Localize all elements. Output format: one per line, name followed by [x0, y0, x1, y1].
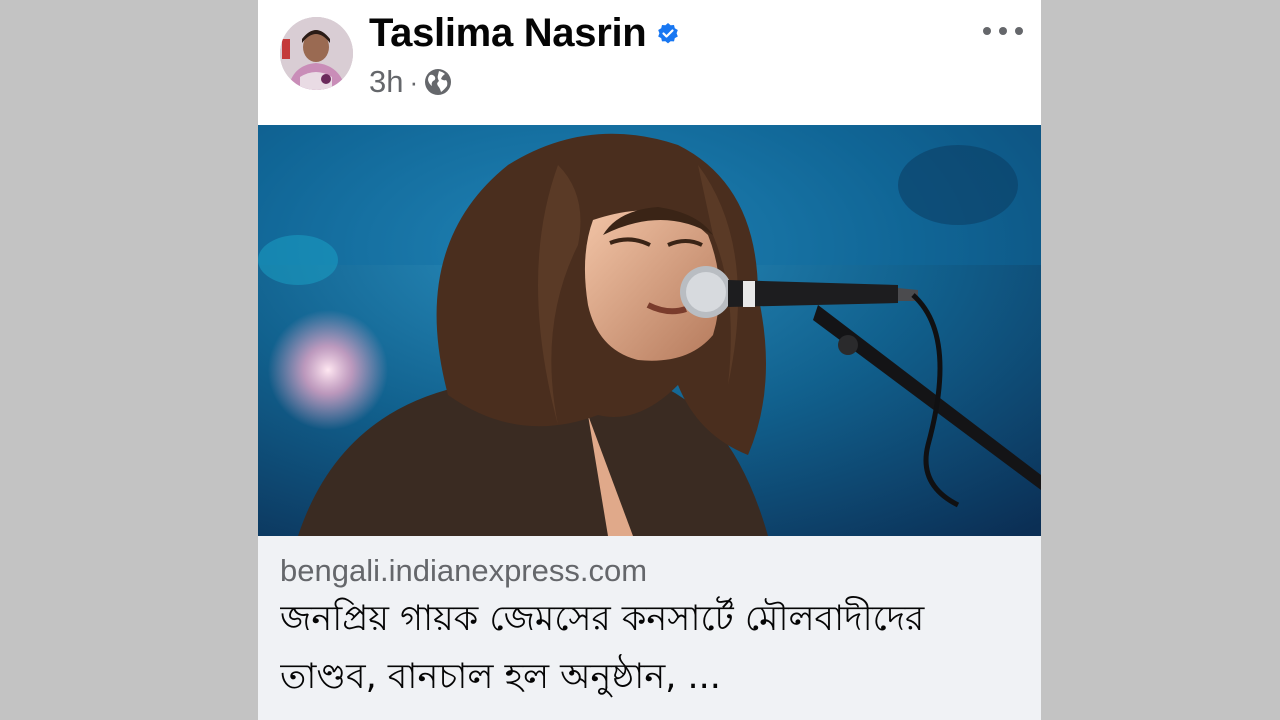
- post-meta: 3h ·: [369, 64, 452, 100]
- link-preview-image[interactable]: [258, 125, 1041, 536]
- verified-badge-icon: [656, 22, 680, 46]
- author-name[interactable]: Taslima Nasrin: [369, 11, 647, 56]
- author-avatar[interactable]: [280, 17, 353, 90]
- meta-separator: ·: [409, 66, 419, 97]
- more-dot: [983, 27, 991, 35]
- link-title[interactable]: জনপ্রিয় গায়ক জেমসের কনসার্টে মৌলবাদীদে…: [280, 590, 1020, 710]
- more-options-button[interactable]: [983, 20, 1023, 42]
- author-row: Taslima Nasrin: [369, 10, 680, 56]
- post-time[interactable]: 3h: [369, 64, 403, 100]
- avatar-image: [280, 17, 353, 90]
- more-dot: [999, 27, 1007, 35]
- link-preview[interactable]: bengali.indianexpress.com জনপ্রিয় গায়ক…: [258, 536, 1041, 720]
- more-dot: [1015, 27, 1023, 35]
- singer-photo: [258, 125, 1041, 536]
- globe-icon[interactable]: [424, 68, 452, 96]
- link-domain: bengali.indianexpress.com: [280, 553, 648, 588]
- post-card: Taslima Nasrin 3h · bengali.indianexpres…: [258, 0, 1041, 720]
- post-header: Taslima Nasrin 3h ·: [258, 0, 1041, 125]
